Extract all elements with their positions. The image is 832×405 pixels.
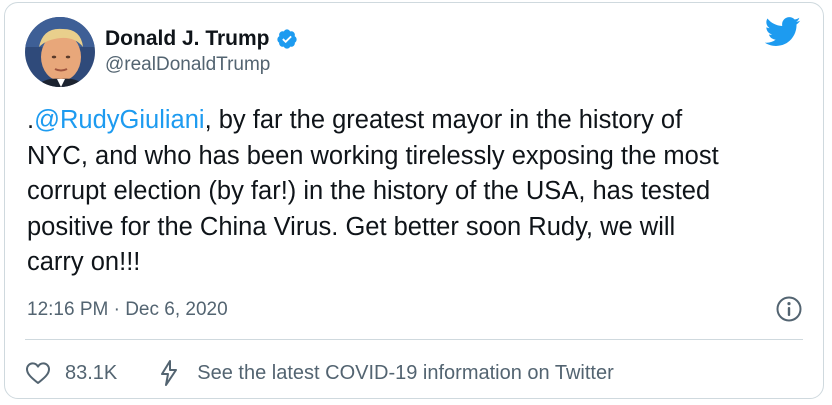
tweet-timestamp[interactable]: 12:16 PM · Dec 6, 2020 bbox=[27, 299, 228, 321]
tweet-card: Donald J. Trump @realDonaldTrump .@RudyG… bbox=[4, 2, 824, 399]
avatar[interactable] bbox=[25, 17, 95, 87]
tweet-line: corrupt election (by far!) in the histor… bbox=[27, 177, 711, 205]
author-name-row[interactable]: Donald J. Trump bbox=[105, 27, 298, 51]
lightning-icon bbox=[161, 360, 178, 386]
avatar-image bbox=[25, 17, 95, 87]
tweet-line: NYC, and who has been working tirelessly… bbox=[27, 141, 719, 170]
info-icon[interactable] bbox=[775, 295, 803, 323]
tweet-line: positive for the China Virus. Get better… bbox=[27, 212, 676, 241]
tweet-line-rest: , by far the greatest mayor in the histo… bbox=[204, 106, 683, 134]
divider bbox=[25, 339, 803, 340]
tweet-line: .@RudyGiuliani, by far the greatest mayo… bbox=[27, 103, 807, 139]
covid-info-link[interactable]: See the latest COVID-19 information on T… bbox=[197, 362, 614, 385]
like-count[interactable]: 83.1K bbox=[65, 362, 117, 385]
verified-badge-icon bbox=[276, 28, 298, 50]
author-handle[interactable]: @realDonaldTrump bbox=[105, 54, 270, 76]
twitter-bird-icon[interactable] bbox=[764, 17, 801, 47]
heart-icon[interactable] bbox=[25, 361, 51, 385]
tweet-line: carry on!!! bbox=[27, 248, 141, 276]
mention-link[interactable]: @RudyGiuliani bbox=[34, 106, 204, 134]
tweet-actions: 83.1K See the latest COVID-19 informatio… bbox=[25, 359, 614, 387]
tweet-text: .@RudyGiuliani, by far the greatest mayo… bbox=[27, 103, 807, 281]
author-display-name[interactable]: Donald J. Trump bbox=[105, 27, 270, 51]
